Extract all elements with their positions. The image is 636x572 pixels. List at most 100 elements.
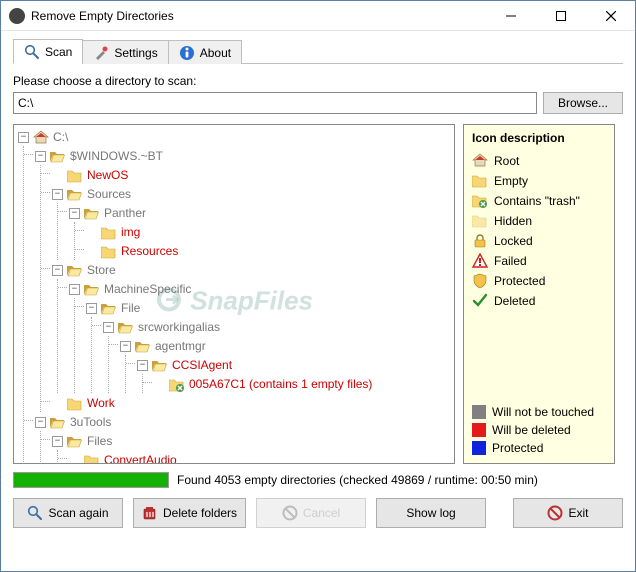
tree-node[interactable]: Sources bbox=[85, 186, 133, 203]
tab-settings[interactable]: Settings bbox=[82, 40, 168, 64]
folder-icon bbox=[472, 173, 488, 189]
warning-icon bbox=[472, 253, 488, 269]
tree-node[interactable]: Work bbox=[85, 395, 117, 412]
folder-icon bbox=[67, 396, 83, 412]
folder-icon bbox=[84, 206, 100, 222]
path-input[interactable] bbox=[13, 92, 537, 114]
folder-icon bbox=[152, 358, 168, 374]
folder-icon bbox=[135, 339, 151, 355]
tree-node[interactable]: MachineSpecific bbox=[102, 281, 193, 298]
expand-toggle[interactable]: − bbox=[137, 360, 148, 371]
expand-toggle[interactable]: − bbox=[52, 189, 63, 200]
exit-icon bbox=[547, 505, 563, 521]
minimize-icon bbox=[506, 11, 516, 21]
tab-scan[interactable]: Scan bbox=[13, 39, 83, 64]
scan-again-button[interactable]: Scan again bbox=[13, 498, 123, 528]
expand-toggle[interactable]: − bbox=[86, 303, 97, 314]
show-log-button[interactable]: Show log bbox=[376, 498, 486, 528]
swatch-untouched bbox=[472, 405, 486, 419]
tree-root[interactable]: C:\ bbox=[51, 129, 70, 146]
tree-node[interactable]: srcworkingalias bbox=[136, 319, 222, 336]
expand-toggle[interactable]: − bbox=[52, 265, 63, 276]
expand-toggle[interactable]: − bbox=[120, 341, 131, 352]
tree-node[interactable]: agentmgr bbox=[153, 338, 208, 355]
icon-legend: Icon description Root Empty Contains "tr… bbox=[463, 124, 615, 464]
progress-bar bbox=[13, 472, 169, 488]
legend-label: Contains "trash" bbox=[494, 194, 580, 208]
directory-tree[interactable]: SnapFiles − C:\ − $WINDOWS.~BT bbox=[13, 124, 455, 464]
expand-toggle[interactable]: − bbox=[35, 417, 46, 428]
tree-node[interactable]: CCSIAgent bbox=[170, 357, 234, 374]
folder-icon bbox=[84, 453, 100, 464]
legend-label: Protected bbox=[494, 274, 545, 288]
legend-label: Failed bbox=[494, 254, 527, 268]
legend-label: Root bbox=[494, 154, 519, 168]
legend-title: Icon description bbox=[472, 131, 606, 145]
tree-node[interactable]: 3uTools bbox=[68, 414, 113, 431]
exit-button[interactable]: Exit bbox=[513, 498, 623, 528]
close-button[interactable] bbox=[589, 2, 633, 30]
tab-bar: Scan Settings About bbox=[13, 39, 623, 64]
trash-folder-icon bbox=[472, 193, 488, 209]
expand-toggle[interactable]: − bbox=[69, 208, 80, 219]
folder-icon bbox=[67, 168, 83, 184]
tree-node[interactable]: Resources bbox=[119, 243, 180, 260]
legend-label: Empty bbox=[494, 174, 528, 188]
folder-icon bbox=[67, 434, 83, 450]
chooser-label: Please choose a directory to scan: bbox=[13, 74, 196, 88]
tab-label: Scan bbox=[45, 45, 72, 59]
legend-label: Hidden bbox=[494, 214, 532, 228]
trash-folder-icon bbox=[169, 377, 185, 393]
tree-node[interactable]: NewOS bbox=[85, 167, 130, 184]
legend-label: Protected bbox=[492, 441, 543, 455]
info-icon bbox=[179, 45, 195, 61]
tree-node[interactable]: ConvertAudio bbox=[102, 452, 179, 463]
expand-toggle[interactable]: − bbox=[103, 322, 114, 333]
delete-folders-button[interactable]: Delete folders bbox=[133, 498, 246, 528]
tab-about[interactable]: About bbox=[168, 40, 242, 64]
tab-label: Settings bbox=[114, 46, 157, 60]
tree-node[interactable]: Panther bbox=[102, 205, 148, 222]
cancel-button: Cancel bbox=[256, 498, 366, 528]
tree-node[interactable]: Files bbox=[85, 433, 114, 450]
minimize-button[interactable] bbox=[489, 2, 533, 30]
app-icon bbox=[9, 8, 25, 24]
folder-icon bbox=[50, 149, 66, 165]
folder-icon bbox=[67, 263, 83, 279]
legend-label: Will not be touched bbox=[492, 405, 594, 419]
tree-node[interactable]: $WINDOWS.~BT bbox=[68, 148, 165, 165]
expand-toggle[interactable]: − bbox=[69, 284, 80, 295]
legend-label: Deleted bbox=[494, 294, 535, 308]
close-icon bbox=[606, 11, 616, 21]
folder-icon bbox=[118, 320, 134, 336]
tree-node[interactable]: img bbox=[119, 224, 142, 241]
legend-label: Will be deleted bbox=[492, 423, 571, 437]
folder-icon bbox=[101, 301, 117, 317]
button-label: Delete folders bbox=[163, 506, 237, 520]
shield-icon bbox=[472, 273, 488, 289]
check-icon bbox=[472, 293, 488, 309]
folder-icon bbox=[67, 187, 83, 203]
browse-button[interactable]: Browse... bbox=[543, 92, 623, 114]
delete-icon bbox=[142, 505, 158, 521]
window-title: Remove Empty Directories bbox=[31, 9, 483, 23]
cancel-icon bbox=[282, 505, 298, 521]
folder-icon bbox=[84, 282, 100, 298]
legend-label: Locked bbox=[494, 234, 533, 248]
swatch-delete bbox=[472, 423, 486, 437]
expand-toggle[interactable]: − bbox=[52, 436, 63, 447]
swatch-protected bbox=[472, 441, 486, 455]
search-icon bbox=[27, 505, 43, 521]
maximize-button[interactable] bbox=[539, 2, 583, 30]
maximize-icon bbox=[556, 11, 566, 21]
button-label: Cancel bbox=[303, 506, 340, 520]
tree-node[interactable]: Store bbox=[85, 262, 118, 279]
hidden-folder-icon bbox=[472, 213, 488, 229]
titlebar[interactable]: Remove Empty Directories bbox=[1, 1, 635, 31]
tab-label: About bbox=[200, 46, 231, 60]
expand-toggle[interactable]: − bbox=[35, 151, 46, 162]
tree-node[interactable]: File bbox=[119, 300, 142, 317]
expand-toggle[interactable]: − bbox=[18, 132, 29, 143]
tree-node[interactable]: 005A67C1 (contains 1 empty files) bbox=[187, 376, 374, 393]
status-text: Found 4053 empty directories (checked 49… bbox=[177, 473, 538, 487]
